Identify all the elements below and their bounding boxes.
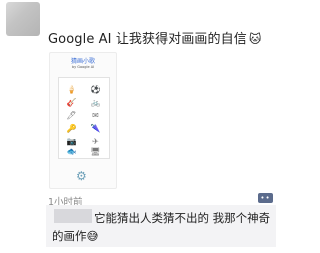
post-text-body: Google AI 让我获得对画画的自信 bbox=[48, 32, 247, 47]
cat-emoji-icon: 🐱 bbox=[248, 32, 262, 46]
doodle-item: ✉ bbox=[92, 111, 99, 120]
app-subtitle: by Google AI bbox=[71, 65, 95, 69]
comment-text-line1: 它能猜出人类猜不出的 我那个神奇 bbox=[94, 211, 271, 225]
app-logo: 猜画小歌 bbox=[70, 58, 95, 65]
doodle-item: 🚲 bbox=[90, 98, 101, 107]
post-image[interactable]: 猜画小歌 by Google AI 🍦 ⚽ 🎸 🚲 🖊 ✉ 🔑 🌂 📷 ✈ 🐟 … bbox=[49, 52, 117, 189]
comment-box: 它能猜出人类猜不出的 我那个神奇 的画作😅 bbox=[46, 205, 276, 247]
comment-text-line2-body: 的画作 bbox=[52, 229, 87, 243]
commenter-name-redacted[interactable] bbox=[54, 209, 92, 223]
doodle-item: 🍦 bbox=[66, 85, 77, 94]
sweat-smile-emoji-icon: 😅 bbox=[86, 229, 99, 243]
doodle-item: ⚽ bbox=[90, 85, 101, 94]
avatar[interactable] bbox=[6, 2, 40, 36]
comment-text-line2: 的画作😅 bbox=[52, 228, 99, 244]
doodle-item: 🐟 bbox=[66, 147, 77, 156]
doodle-item: 🌂 bbox=[90, 124, 101, 133]
doodle-item: 🔑 bbox=[66, 124, 77, 133]
doodle-item: 🖥 bbox=[90, 147, 101, 156]
doodle-grid: 🍦 ⚽ 🎸 🚲 🖊 ✉ 🔑 🌂 📷 ✈ 🐟 🖥 bbox=[58, 77, 110, 159]
more-actions-button[interactable]: •• bbox=[258, 193, 273, 203]
more-actions-dots-icon: •• bbox=[260, 194, 271, 202]
doodle-item: 🖊 bbox=[66, 111, 77, 120]
doodle-item: 🎸 bbox=[66, 98, 77, 107]
post-text: Google AI 让我获得对画画的自信 🐱 bbox=[48, 28, 261, 47]
gear-icon: ⚙ bbox=[76, 169, 87, 183]
